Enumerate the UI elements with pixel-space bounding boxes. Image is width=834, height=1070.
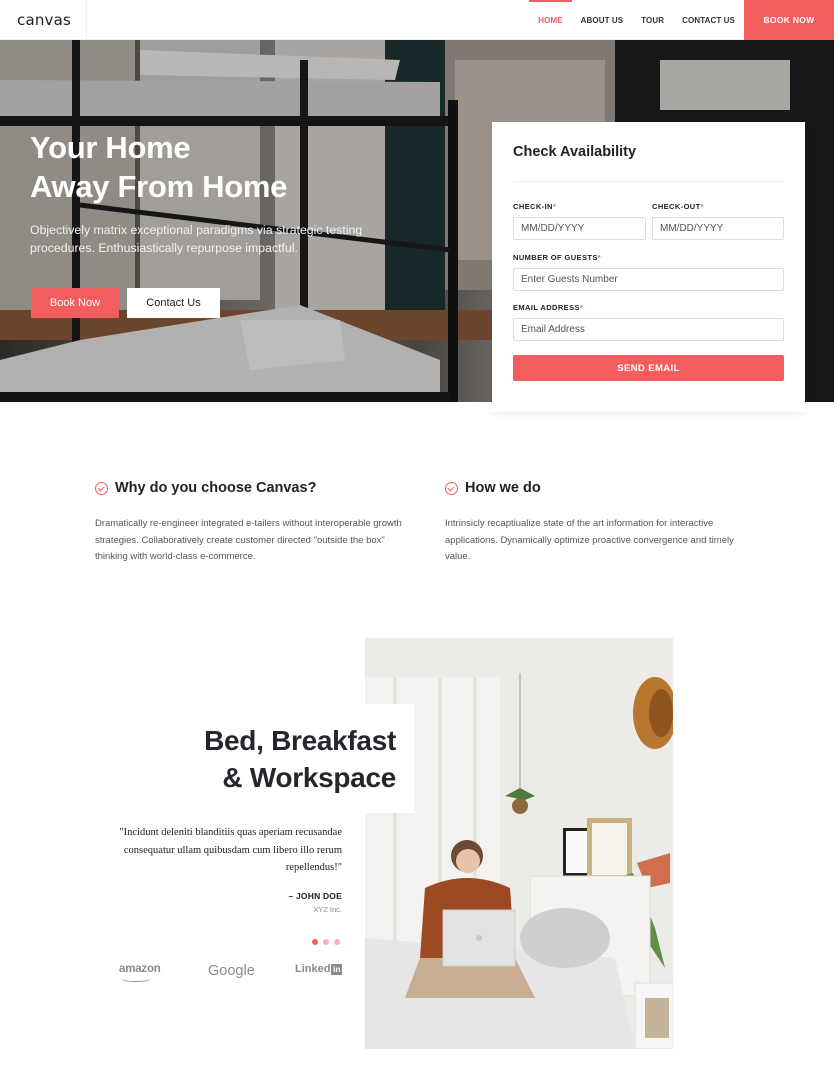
check-availability-form: Check Availability CHECK-IN* MM/DD/YYYY …	[492, 122, 805, 412]
card-divider	[513, 181, 784, 182]
feature-title: Why do you choose Canvas?	[115, 480, 317, 496]
showcase-title: Bed, Breakfast & Workspace	[204, 722, 396, 796]
email-label: EMAIL ADDRESS*	[513, 303, 583, 312]
testimonial-quote: "Incidunt deleniti blanditiis quas aperi…	[119, 827, 342, 873]
main-nav: HOME ABOUT US TOUR CONTACT US	[529, 0, 744, 40]
feature-description: Intrinsicly recaptiualize state of the a…	[445, 518, 734, 562]
required-mark: *	[700, 202, 704, 211]
testimonial-company: XYZ Inc.	[313, 905, 342, 914]
logo[interactable]: canvas	[0, 0, 87, 40]
check-circle-icon	[95, 481, 108, 495]
feature-heading: How we do	[445, 480, 735, 496]
required-mark: *	[552, 202, 557, 211]
bedroom-illustration	[365, 638, 673, 1049]
hero-title-line-1: Your Home	[30, 130, 191, 165]
amazon-smile-mark	[121, 976, 151, 982]
showcase-title-box: Bed, Breakfast & Workspace	[189, 704, 414, 813]
checkout-input[interactable]: MM/DD/YYYY	[652, 217, 784, 240]
nav-home[interactable]: HOME	[529, 0, 573, 40]
required-mark: *	[597, 253, 602, 262]
site-header: canvas HOME ABOUT US TOUR CONTACT US BOO…	[0, 0, 834, 40]
guests-label: NUMBER OF GUESTS*	[513, 253, 601, 262]
send-email-button[interactable]: SEND EMAIL	[513, 355, 784, 381]
linkedin-logo: Linked in	[295, 963, 343, 975]
book-now-button[interactable]: BOOK NOW	[744, 0, 834, 40]
email-label-text: EMAIL ADDRESS	[513, 303, 580, 312]
linkedin-in-mark: in	[331, 963, 343, 975]
guests-input[interactable]: Enter Guests Number	[513, 268, 784, 291]
bedroom-workspace-photo	[365, 638, 673, 1049]
nav-tour[interactable]: TOUR	[632, 0, 673, 40]
slider-dot-2[interactable]	[323, 939, 329, 945]
feature-description: Dramatically re-engineer integrated e-ta…	[95, 518, 402, 562]
showcase-title-line-2: & Workspace	[222, 762, 396, 793]
hero-contact-us-button[interactable]: Contact Us	[127, 288, 220, 318]
check-availability-title: Check Availability	[513, 144, 637, 160]
slider-dot-3[interactable]	[334, 939, 340, 945]
nav-about-us[interactable]: ABOUT US	[572, 0, 633, 40]
guests-label-text: NUMBER OF GUESTS	[513, 253, 598, 262]
checkin-label: CHECK-IN*	[513, 202, 556, 211]
feature-title: How we do	[465, 480, 541, 496]
slider-dot-1[interactable]	[312, 939, 318, 945]
check-circle-icon	[445, 481, 458, 495]
required-mark: *	[579, 303, 584, 312]
showcase-title-line-1: Bed, Breakfast	[204, 725, 396, 756]
hero-title-line-2: Away From Home	[30, 169, 288, 204]
testimonial-slider-dots	[312, 939, 340, 945]
checkin-label-text: CHECK-IN	[513, 202, 553, 211]
hero-book-now-button[interactable]: Book Now	[31, 288, 119, 318]
feature-how-we-do: How we do Intrinsicly recaptiualize stat…	[445, 480, 735, 566]
testimonial-author: – JOHN DOE	[288, 891, 342, 901]
linkedin-logo-text: Linked	[295, 963, 331, 975]
hero-subtitle: Objectively matrix exceptional paradigms…	[30, 223, 363, 255]
google-logo: Google	[208, 963, 255, 979]
feature-heading: Why do you choose Canvas?	[95, 480, 405, 496]
hero-title: Your Home Away From Home	[30, 128, 287, 206]
feature-why-choose: Why do you choose Canvas? Dramatically r…	[95, 480, 405, 566]
nav-contact-us[interactable]: CONTACT US	[673, 0, 744, 40]
amazon-logo: amazon	[119, 963, 161, 975]
checkout-label: CHECK-OUT*	[652, 202, 704, 211]
email-input[interactable]: Email Address	[513, 318, 784, 341]
checkout-label-text: CHECK-OUT	[652, 202, 701, 211]
checkin-input[interactable]: MM/DD/YYYY	[513, 217, 646, 240]
